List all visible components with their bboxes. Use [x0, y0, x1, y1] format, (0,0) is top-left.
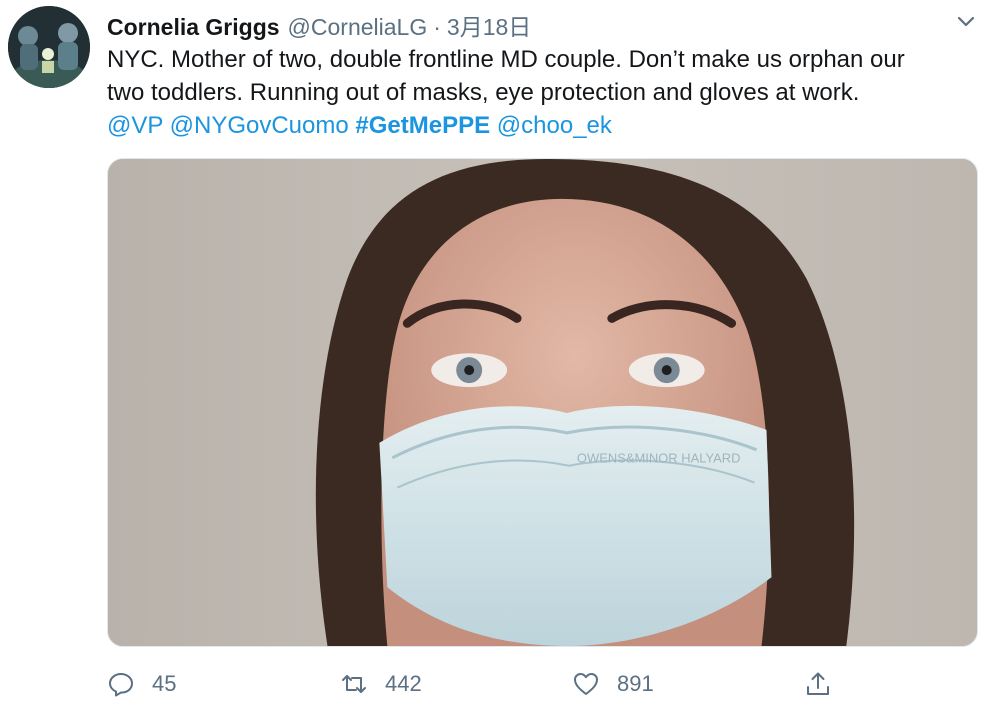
tweet-text: NYC. Mother of two, double frontline MD …	[107, 43, 975, 142]
separator-dot: ·	[433, 14, 441, 40]
tweet-header: Cornelia Griggs @CorneliaLG · 3月18日	[107, 8, 531, 41]
mask-brand-text: OWENS&MINOR HALYARD	[577, 451, 741, 466]
more-options-button[interactable]	[953, 9, 979, 35]
share-icon	[807, 672, 829, 695]
mention-choo-ek[interactable]: @choo_ek	[497, 112, 612, 139]
timestamp[interactable]: 3月18日	[447, 8, 531, 42]
reply-button[interactable]: 45	[107, 666, 176, 702]
hashtag-getmeppe[interactable]: #GetMePPE	[355, 112, 490, 139]
like-count: 891	[617, 671, 654, 696]
like-icon	[574, 673, 598, 695]
tweet-actions: 45 442 891	[107, 666, 847, 702]
photo-masked-doctor: OWENS&MINOR HALYARD	[108, 159, 977, 646]
reply-icon	[109, 673, 133, 697]
tweet-text-line-2: two toddlers. Running out of masks, eye …	[107, 79, 860, 106]
retweet-button[interactable]: 442	[340, 666, 422, 702]
avatar[interactable]	[8, 6, 90, 88]
retweet-count: 442	[385, 671, 422, 696]
like-button[interactable]: 891	[572, 666, 654, 702]
share-button[interactable]	[804, 666, 832, 702]
tweet-text-line-1: NYC. Mother of two, double frontline MD …	[107, 46, 905, 73]
chevron-down-icon	[957, 16, 975, 27]
author-handle[interactable]: @CorneliaLG	[288, 14, 428, 41]
mention-nygovcuomo[interactable]: @NYGovCuomo	[170, 112, 349, 139]
avatar-image	[8, 6, 90, 88]
mention-vp[interactable]: @VP	[107, 112, 163, 139]
retweet-icon	[342, 675, 366, 693]
tweet-photo[interactable]: OWENS&MINOR HALYARD	[107, 158, 978, 647]
reply-count: 45	[152, 671, 177, 696]
tweet-links-line: @VP @NYGovCuomo #GetMePPE @choo_ek	[107, 109, 975, 142]
author-name[interactable]: Cornelia Griggs	[107, 14, 280, 41]
